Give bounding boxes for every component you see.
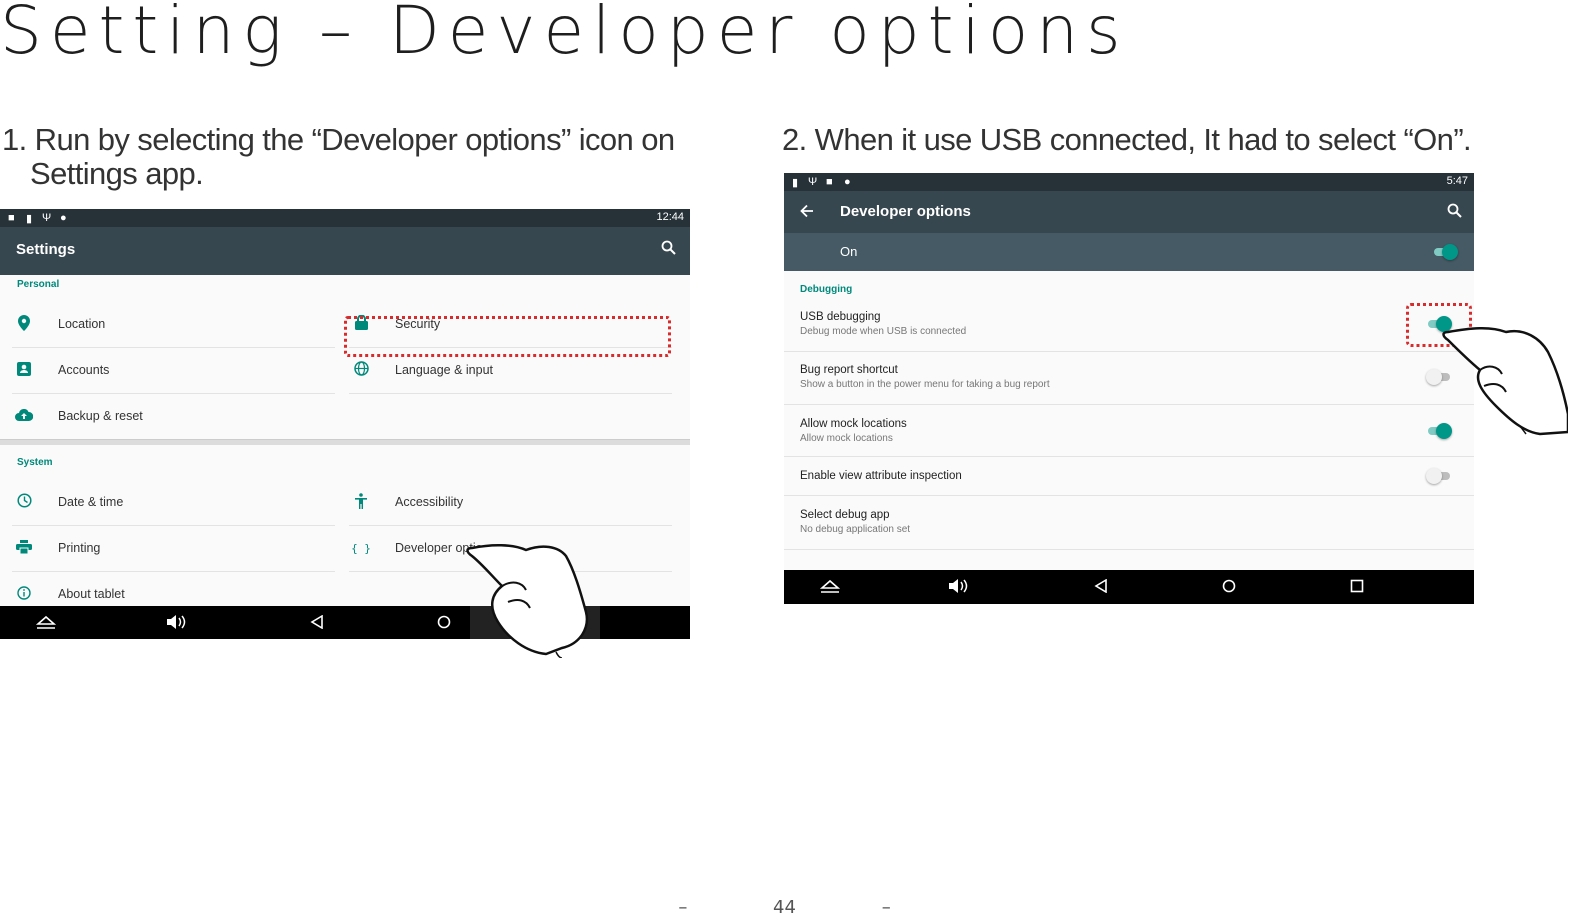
globe-icon <box>349 361 373 379</box>
settings-item-location[interactable]: Location <box>12 301 335 348</box>
row-subtitle: Allow mock locations <box>800 433 893 444</box>
row-title: Select debug app <box>800 509 890 521</box>
step-2-instruction: 2. When it use USB connected, It had to … <box>782 122 1472 157</box>
info-icon <box>12 585 36 603</box>
status-time: 5:47 <box>1446 175 1468 187</box>
settings-item-label: Accessibility <box>395 495 464 509</box>
step-1-line-2: Settings app. <box>30 156 204 191</box>
settings-item-date-time[interactable]: Date & time <box>12 479 335 526</box>
app-title: Settings <box>16 241 76 258</box>
settings-item-label: Backup & reset <box>58 409 143 423</box>
home-icon[interactable] <box>437 615 451 629</box>
back-icon[interactable] <box>1094 579 1108 593</box>
accessibility-icon <box>349 492 373 512</box>
view-attribute-toggle[interactable] <box>1426 468 1452 484</box>
section-header-system: System <box>17 457 53 468</box>
page-title: Setting – Developer options <box>0 0 1129 69</box>
row-select-debug-app[interactable]: Select debug app No debug application se… <box>784 496 1474 550</box>
on-label: On <box>840 244 858 259</box>
settings-item-label: Location <box>58 317 106 331</box>
master-switch-bar[interactable]: On <box>784 233 1474 271</box>
section-divider <box>0 439 690 445</box>
volume-icon[interactable] <box>166 614 186 630</box>
account-icon <box>12 361 36 379</box>
lock-icon: ■ <box>826 176 833 188</box>
settings-item-accounts[interactable]: Accounts <box>12 347 335 394</box>
status-bar: ■ ▮ Ψ ● 12:44 <box>0 209 690 227</box>
pointing-hand-icon <box>466 544 589 658</box>
settings-item-label: About tablet <box>58 587 125 601</box>
recents-icon[interactable] <box>1350 579 1364 593</box>
usb-icon: Ψ <box>808 176 818 188</box>
status-bar: ▮ Ψ ■ ● 5:47 <box>784 173 1474 191</box>
lock-icon: ■ <box>8 212 15 224</box>
settings-item-label: Date & time <box>58 495 124 509</box>
settings-item-label: Printing <box>58 541 101 555</box>
row-subtitle: Debug mode when USB is connected <box>800 326 967 337</box>
settings-item-label: Accounts <box>58 363 110 377</box>
printer-icon <box>12 539 36 557</box>
row-usb-debugging[interactable]: USB debugging Debug mode when USB is con… <box>784 299 1474 352</box>
developer-options-app-bar: Developer options <box>784 191 1474 233</box>
sd-card-icon: ▮ <box>26 213 33 225</box>
section-header-debugging: Debugging <box>800 284 853 295</box>
row-enable-view-attribute-inspection[interactable]: Enable view attribute inspection <box>784 457 1474 496</box>
home-icon[interactable] <box>1222 579 1236 593</box>
up-arrow-icon[interactable] <box>36 615 56 629</box>
row-subtitle: Show a button in the power menu for taki… <box>800 379 1050 390</box>
bug-icon: ● <box>844 176 851 188</box>
row-bug-report-shortcut[interactable]: Bug report shortcut Show a button in the… <box>784 352 1474 405</box>
developer-options-highlight <box>344 316 671 357</box>
row-title: USB debugging <box>800 311 881 323</box>
row-title: Allow mock locations <box>800 418 907 430</box>
step-1-line-1: 1. Run by selecting the “Developer optio… <box>2 122 675 157</box>
search-icon[interactable] <box>660 239 678 257</box>
pointing-hand-icon <box>1442 327 1568 436</box>
back-icon[interactable] <box>310 615 324 629</box>
status-time: 12:44 <box>656 211 684 223</box>
developer-options-screenshot: ▮ Ψ ■ ● 5:47 Developer options On Debugg… <box>784 173 1474 604</box>
back-arrow-icon[interactable] <box>800 204 814 218</box>
master-toggle[interactable] <box>1432 244 1458 260</box>
location-pin-icon <box>12 314 36 334</box>
settings-item-label: Language & input <box>395 363 494 377</box>
search-icon[interactable] <box>1446 202 1464 220</box>
settings-item-accessibility[interactable]: Accessibility <box>349 479 672 526</box>
clock-icon <box>12 493 36 511</box>
settings-app-bar: Settings <box>0 227 690 275</box>
navigation-bar <box>784 570 1474 604</box>
section-header-personal: Personal <box>17 279 60 290</box>
volume-icon[interactable] <box>948 578 968 594</box>
step-1-instruction: 1. Run by selecting the “Developer optio… <box>2 123 722 191</box>
bug-icon: ● <box>60 212 67 224</box>
row-title: Enable view attribute inspection <box>800 470 962 482</box>
footer-dash-left: – <box>678 897 688 918</box>
row-subtitle: No debug application set <box>800 524 911 535</box>
page-footer: – 44 – <box>0 897 1569 918</box>
usb-icon: Ψ <box>42 212 52 224</box>
row-allow-mock-locations[interactable]: Allow mock locations Allow mock location… <box>784 405 1474 457</box>
settings-item-backup-reset[interactable]: Backup & reset <box>12 393 335 439</box>
app-title: Developer options <box>840 203 971 220</box>
sd-card-icon: ▮ <box>792 177 799 189</box>
up-arrow-icon[interactable] <box>820 579 840 593</box>
cloud-upload-icon <box>12 408 36 424</box>
row-title: Bug report shortcut <box>800 364 898 376</box>
page-number: 44 <box>773 897 796 918</box>
footer-dash-right: – <box>881 897 891 918</box>
braces-icon: { } <box>351 541 371 555</box>
settings-item-printing[interactable]: Printing <box>12 525 335 572</box>
